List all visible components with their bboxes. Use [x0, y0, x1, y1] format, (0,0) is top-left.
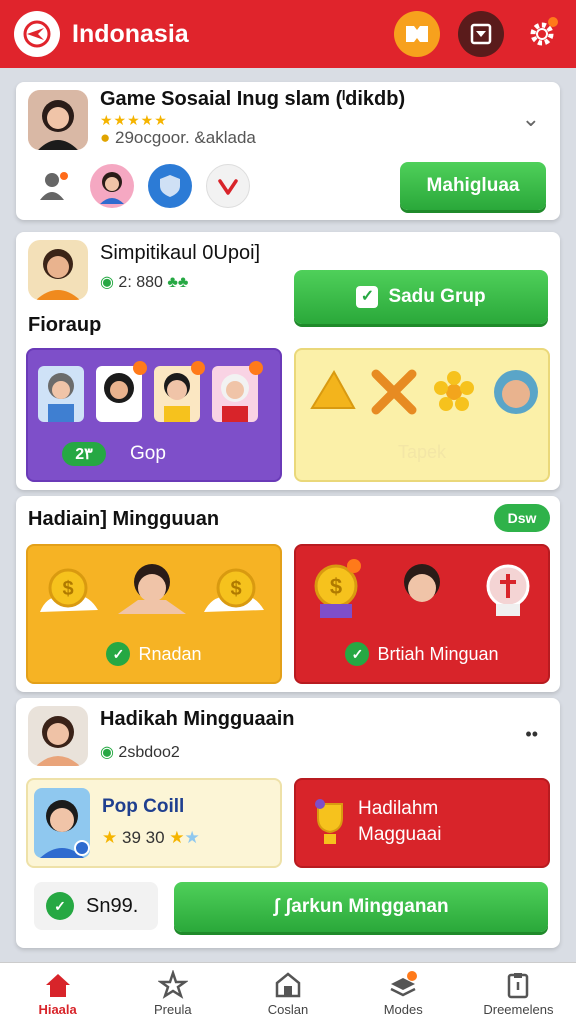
gear-icon[interactable] [522, 11, 562, 57]
group-subtitle: ◉ 2: 880 ♣♣ [100, 272, 188, 292]
group-tile-label: Gop [130, 443, 166, 464]
section-heading-group: Fioraup [28, 314, 102, 336]
weekly-action-button[interactable]: ʃ ʃarkun Mingganan [174, 882, 548, 932]
new-pill[interactable]: Dsw [494, 504, 550, 532]
star-icon: ★ [169, 828, 185, 847]
user-add-icon[interactable] [32, 164, 76, 208]
join-group-label: Sadu Grup [388, 286, 486, 307]
members-count: 2٣ Gop [62, 442, 166, 466]
join-button[interactable]: Mahigluaa [400, 162, 546, 210]
nav-store[interactable]: Coslan [230, 963, 345, 1024]
weekly-prize-tile[interactable]: Hadilahm Magguaai [294, 778, 550, 868]
game-subtitle: ● 29ocgoor. &aklada [100, 128, 256, 148]
weekly-reward-card: Hadiain] Mingguuan Dsw $ $ ✓ Rnadan $ ✓ … [16, 496, 560, 692]
layers-icon [390, 971, 418, 997]
coin-icon: ● [100, 128, 111, 147]
points-counter: ✓ Sn99. [34, 882, 158, 930]
clover-icon: ♣♣ [167, 274, 189, 291]
nav-star[interactable]: Preula [115, 963, 230, 1024]
reward-tile-right[interactable]: $ ✓ Brtiah Minguan [294, 544, 550, 684]
game-avatar[interactable] [28, 90, 88, 150]
home-icon [45, 974, 70, 997]
group-title: Simpitikaul 0Upoi] [100, 242, 261, 264]
shield-icon[interactable] [148, 164, 192, 208]
reward-coins-art: $ $ [40, 564, 264, 614]
reward-tile-left[interactable]: $ $ ✓ Rnadan [26, 544, 282, 684]
check-icon: ◉ [100, 744, 114, 761]
trophy-icon [315, 799, 343, 844]
nav-star-label: Preula [154, 1002, 192, 1017]
star-icon: ★ [102, 828, 118, 847]
activity-icons [310, 369, 538, 415]
logo-icon[interactable] [14, 11, 60, 57]
check-icon: ✓ [46, 892, 74, 920]
more-options-icon[interactable]: •• [525, 724, 538, 745]
store-icon [275, 972, 301, 998]
game-title: Game Sosaial Inug slam (ˡdikdb) [100, 88, 406, 110]
prize-line2: Magguaai [358, 824, 442, 845]
chevron-down-icon[interactable]: ⌄ [522, 106, 540, 132]
app-header: Indonasia [0, 0, 576, 68]
weekly-reward-title: Hadiain] Mingguuan [28, 508, 220, 530]
game-info-card: Game Sosaial Inug slam (ˡdikdb) ★★★★★ ● … [16, 82, 560, 220]
nav-clipboard-label: Dreemelens [483, 1002, 554, 1017]
check-icon: ✓ [106, 642, 131, 666]
challenge-subtitle: ◉ 2sbdoo2 [100, 742, 180, 762]
puzzle-icon[interactable] [394, 11, 440, 57]
group-members-tile[interactable]: 2٣ Gop [26, 348, 282, 482]
calendar-icon[interactable] [458, 11, 504, 57]
prize-line1: Hadilahm [358, 798, 439, 819]
nav-store-label: Coslan [267, 1002, 309, 1017]
join-group-button[interactable]: ✓ Sadu Grup [294, 270, 548, 324]
reward-left-footer: ✓ Rnadan [28, 642, 280, 666]
heart-icon[interactable] [206, 164, 250, 208]
check-icon: ◉ [100, 274, 114, 291]
star-icon [157, 970, 188, 999]
player-score: ★ 39 30 ★★ [102, 828, 200, 848]
nav-clipboard[interactable]: Dreemelens [461, 963, 576, 1024]
check-badge-icon: ✓ [356, 286, 379, 308]
app-title: Indonasia [72, 19, 189, 48]
friend-avatar[interactable] [90, 164, 134, 208]
challenge-subtitle-text: 2sbdoo2 [118, 744, 180, 761]
game-subtitle-text: 29ocgoor. &aklada [115, 128, 256, 147]
reward-right-label: Brtiah Minguan [377, 643, 499, 664]
group-card: Simpitikaul 0Upoi] ◉ 2: 880 ♣♣ ✓ Sadu Gr… [16, 232, 560, 490]
activity-tile[interactable]: Tapek [294, 348, 550, 482]
reward-right-footer: ✓ Brtiah Minguan [296, 642, 548, 666]
nav-home[interactable]: Hiaala [0, 963, 115, 1024]
clipboard-icon [508, 973, 529, 999]
reward-left-label: Rnadan [138, 643, 202, 664]
player-tile[interactable]: Pop Coill ★ 39 30 ★★ [26, 778, 282, 868]
reward-trophy-art: $ [314, 559, 530, 618]
star-icon: ★ [184, 828, 200, 847]
player-avatar [34, 788, 90, 858]
nav-layers-label: Modes [383, 1002, 423, 1017]
points-value: Sn99. [86, 894, 139, 917]
check-icon: ✓ [345, 642, 370, 666]
challenge-title: Hadikah Mingguaain [100, 708, 295, 730]
activity-tile-label: Tapek [397, 442, 447, 462]
player-score-text: 39 30 [121, 828, 165, 847]
nav-layers[interactable]: Modes [346, 963, 461, 1024]
group-avatar[interactable] [28, 240, 88, 300]
player-name: Pop Coill [102, 796, 185, 817]
challenge-avatar[interactable] [28, 706, 88, 766]
svg-text:$: $ [330, 574, 342, 599]
member-count-badge: 2٣ [62, 442, 106, 466]
nav-home-label: Hiaala [38, 1002, 77, 1017]
rating-stars: ★★★★★ [100, 112, 168, 128]
svg-text:$: $ [62, 578, 73, 600]
group-subtitle-text: 2: 880 [118, 274, 163, 291]
bottom-nav: Hiaala Preula Coslan Modes Dreemelens [0, 962, 576, 1024]
member-avatars [38, 361, 263, 422]
svg-text:$: $ [230, 578, 241, 600]
weekly-challenge-card: Hadikah Mingguaain ◉ 2sbdoo2 •• Pop Coil… [16, 698, 560, 948]
